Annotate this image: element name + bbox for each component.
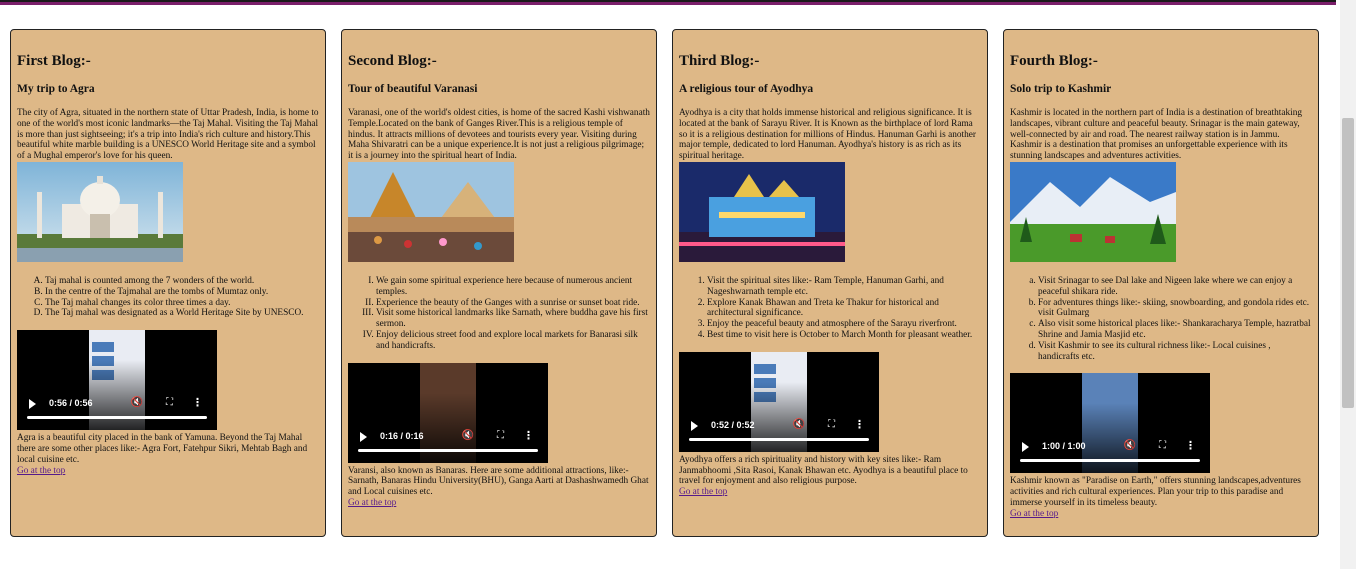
list-item: For adventures things like:- skiing, sno…	[1038, 298, 1312, 320]
fullscreen-icon[interactable]: ⛶	[828, 419, 835, 430]
list-item: Visit the spiritual sites like:- Ram Tem…	[707, 276, 981, 298]
blog-facts-list: Visit the spiritual sites like:- Ram Tem…	[679, 276, 981, 341]
video-progress-bar[interactable]	[358, 448, 538, 452]
blog-subheading: Solo trip to Kashmir	[1010, 83, 1112, 95]
video-time: 0:56 / 0:56	[49, 398, 93, 409]
play-icon[interactable]	[1022, 442, 1029, 453]
fullscreen-icon[interactable]: ⛶	[1159, 440, 1166, 451]
scrollbar-thumb[interactable]	[1342, 118, 1354, 408]
blog-heading: Fourth Blog:-	[1010, 53, 1098, 69]
varanasi-temple-image	[348, 161, 514, 262]
list-item: Also visit some historical places like:-…	[1038, 319, 1312, 341]
mute-icon[interactable]: 🔇	[1124, 440, 1136, 451]
video-time: 1:00 / 1:00	[1042, 441, 1086, 452]
blog-subheading: My trip to Agra	[17, 83, 95, 95]
go-to-top-link[interactable]: Go at the top	[17, 466, 319, 477]
blog-outro: Ayodhya offers a rich spirituality and h…	[679, 454, 968, 487]
list-item: Taj mahal is counted among the 7 wonders…	[45, 276, 319, 287]
blog-card-varanasi: Second Blog:- Tour of beautiful Varanasi…	[341, 29, 657, 537]
video-player[interactable]: 1:00 / 1:00 🔇 ⛶ ⋮	[1010, 373, 1210, 474]
ayodhya-temple-image	[679, 161, 845, 262]
blog-outro: Varansi, also known as Banaras. Here are…	[348, 465, 649, 498]
list-item: Visit Srinagar to see Dal lake and Nigee…	[1038, 276, 1312, 298]
list-item: In the centre of the Tajmahal are the to…	[45, 287, 319, 298]
video-player[interactable]: 0:52 / 0:52 🔇 ⛶ ⋮	[679, 351, 879, 452]
list-item: The Taj mahal changes its color three ti…	[45, 298, 319, 309]
blog-facts-list: We gain some spiritual experience here b…	[348, 276, 650, 352]
blog-subheading: Tour of beautiful Varanasi	[348, 83, 478, 95]
go-to-top-link[interactable]: Go at the top	[348, 498, 650, 509]
blog-facts-list: Visit Srinagar to see Dal lake and Nigee…	[1010, 276, 1312, 362]
list-item: We gain some spiritual experience here b…	[376, 276, 650, 298]
taj-mahal-image	[17, 161, 183, 262]
mute-icon[interactable]: 🔇	[131, 397, 143, 408]
list-item: Best time to visit here is October to Ma…	[707, 330, 981, 341]
list-item: The Taj mahal was designated as a World …	[45, 308, 319, 319]
more-options-icon[interactable]: ⋮	[523, 429, 534, 442]
go-to-top-link[interactable]: Go at the top	[679, 487, 981, 498]
fullscreen-icon[interactable]: ⛶	[497, 430, 504, 441]
blog-intro: Kashmir is located in the northern part …	[1010, 108, 1302, 162]
blog-card-ayodhya: Third Blog:- A religious tour of Ayodhya…	[672, 29, 988, 537]
video-progress-bar[interactable]	[689, 437, 869, 441]
blog-card-agra: First Blog:- My trip to Agra The city of…	[10, 29, 326, 537]
top-accent-bar	[0, 0, 1336, 5]
video-progress-bar[interactable]	[27, 416, 207, 420]
list-item: Enjoy the peaceful beauty and atmosphere…	[707, 319, 981, 330]
more-options-icon[interactable]: ⋮	[1185, 439, 1196, 452]
list-item: Experience the beauty of the Ganges with…	[376, 298, 650, 309]
play-icon[interactable]	[691, 420, 698, 431]
go-to-top-link[interactable]: Go at the top	[1010, 509, 1312, 520]
blog-intro: Ayodhya is a city that holds immense his…	[679, 108, 976, 162]
blog-intro: Varanasi, one of the world's oldest citi…	[348, 108, 650, 162]
kashmir-landscape-image	[1010, 161, 1176, 262]
blog-heading: Second Blog:-	[348, 53, 437, 69]
mute-icon[interactable]: 🔇	[793, 419, 805, 430]
video-player[interactable]: 0:56 / 0:56 🔇 ⛶ ⋮	[17, 330, 217, 431]
mute-icon[interactable]: 🔇	[462, 430, 474, 441]
video-progress-bar[interactable]	[1020, 459, 1200, 463]
blog-outro: Kashmir known as "Paradise on Earth," of…	[1010, 476, 1301, 508]
list-item: Explore Kanak Bhawan and Treta ke Thakur…	[707, 298, 981, 320]
more-options-icon[interactable]: ⋮	[854, 418, 865, 431]
blog-card-kashmir: Fourth Blog:- Solo trip to Kashmir Kashm…	[1003, 29, 1319, 537]
blog-heading: First Blog:-	[17, 53, 91, 69]
page-scrollbar[interactable]	[1340, 0, 1356, 569]
blog-outro: Agra is a beautiful city placed in the b…	[17, 433, 308, 465]
video-player[interactable]: 0:16 / 0:16 🔇 ⛶ ⋮	[348, 362, 548, 463]
play-icon[interactable]	[360, 431, 367, 442]
fullscreen-icon[interactable]: ⛶	[166, 397, 173, 408]
video-time: 0:52 / 0:52	[711, 419, 755, 430]
list-item: Enjoy delicious street food and explore …	[376, 330, 650, 352]
more-options-icon[interactable]: ⋮	[192, 396, 203, 409]
blog-intro: The city of Agra, situated in the northe…	[17, 108, 319, 162]
list-item: Visit some historical landmarks like Sar…	[376, 308, 650, 330]
blog-subheading: A religious tour of Ayodhya	[679, 83, 814, 95]
list-item: Visit Kashmir to see its cultural richne…	[1038, 341, 1312, 363]
video-time: 0:16 / 0:16	[380, 430, 424, 441]
blog-heading: Third Blog:-	[679, 53, 760, 69]
play-icon[interactable]	[29, 399, 36, 410]
blog-facts-list: Taj mahal is counted among the 7 wonders…	[17, 276, 319, 319]
